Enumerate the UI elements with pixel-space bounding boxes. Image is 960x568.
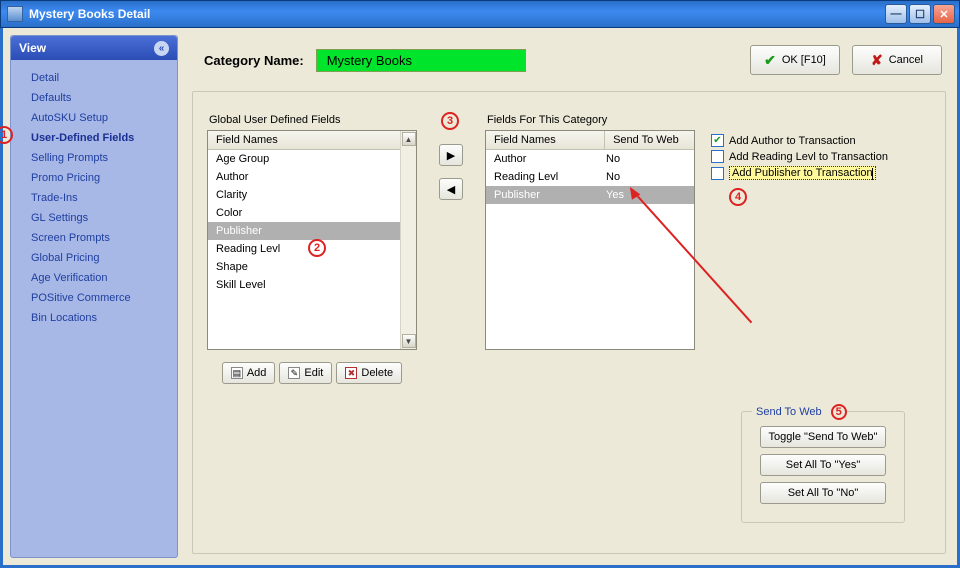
edit-button[interactable]: ✎Edit	[279, 362, 332, 384]
toggle-send-to-web-button[interactable]: Toggle "Send To Web"	[760, 426, 886, 448]
page-icon: ▤	[231, 367, 243, 379]
add-button[interactable]: ▤Add	[222, 362, 276, 384]
ok-button[interactable]: ✔ OK [F10]	[750, 45, 840, 75]
sidebar-title: View	[19, 41, 46, 55]
sidebar-item-positive-commerce[interactable]: POSitive Commerce	[29, 288, 171, 308]
list-item-selected[interactable]: Publisher	[208, 222, 416, 240]
col-field-names: Field Names	[486, 131, 605, 149]
sidebar-item-user-defined-fields[interactable]: User-Defined Fields	[29, 128, 171, 148]
col-field-names: Field Names	[208, 131, 416, 149]
x-icon: ✘	[871, 52, 883, 69]
sidebar: View « 1 Detail Defaults AutoSKU Setup U…	[10, 35, 178, 558]
send-to-web-title: Send To Web 5	[752, 404, 845, 420]
list-item[interactable]: Skill Level	[208, 276, 416, 294]
titlebar: Mystery Books Detail — ☐ ✕	[0, 0, 960, 28]
sidebar-header[interactable]: View «	[11, 36, 177, 60]
send-to-web-group: Send To Web 5 Toggle "Send To Web" Set A…	[741, 411, 905, 523]
sidebar-item-bin-locations[interactable]: Bin Locations	[29, 308, 171, 328]
transfer-buttons: 3 ▶ ◀	[433, 114, 469, 200]
scroll-up-icon[interactable]: ▲	[402, 132, 416, 146]
fields-group: Global User Defined Fields Field Names A…	[192, 91, 946, 554]
sidebar-item-autosku[interactable]: AutoSKU Setup	[29, 108, 171, 128]
annotation-5: 5	[831, 404, 847, 420]
annotation-4: 4	[729, 188, 747, 206]
add-publisher-checkbox[interactable]: Add Publisher to Transaction	[711, 166, 888, 180]
col-send-to-web: Send To Web	[605, 131, 694, 149]
category-fields-column: Fields For This Category Field Names Sen…	[485, 114, 695, 350]
app-icon	[7, 6, 23, 22]
list-item[interactable]: Color	[208, 204, 416, 222]
maximize-button[interactable]: ☐	[909, 4, 931, 24]
global-fields-header[interactable]: Field Names	[208, 131, 416, 150]
check-icon: ✔	[764, 52, 776, 69]
sidebar-item-global-pricing[interactable]: Global Pricing	[29, 248, 171, 268]
checkbox-icon: ✔	[711, 134, 724, 147]
window-title: Mystery Books Detail	[29, 7, 885, 21]
sidebar-item-gl-settings[interactable]: GL Settings	[29, 208, 171, 228]
set-all-no-button[interactable]: Set All To "No"	[760, 482, 886, 504]
scrollbar[interactable]: ▲ ▼	[400, 131, 416, 349]
minimize-button[interactable]: —	[885, 4, 907, 24]
checkbox-icon	[711, 150, 724, 163]
annotation-3: 3	[441, 112, 459, 130]
checkbox-icon	[711, 167, 724, 180]
global-fields-column: Global User Defined Fields Field Names A…	[207, 114, 417, 384]
category-name: Mystery Books	[316, 49, 526, 72]
add-reading-levl-checkbox[interactable]: Add Reading Levl to Transaction	[711, 150, 888, 163]
add-author-checkbox[interactable]: ✔ Add Author to Transaction	[711, 134, 888, 147]
global-fields-list[interactable]: Field Names Age Group Author Clarity Col…	[207, 130, 417, 350]
sidebar-item-trade-ins[interactable]: Trade-Ins	[29, 188, 171, 208]
sidebar-item-screen-prompts[interactable]: Screen Prompts	[29, 228, 171, 248]
sidebar-item-age-verification[interactable]: Age Verification	[29, 268, 171, 288]
delete-button[interactable]: ✖Delete	[336, 362, 402, 384]
list-item[interactable]: Shape	[208, 258, 416, 276]
category-fields-list[interactable]: Field Names Send To Web Author No Readin…	[485, 130, 695, 350]
sidebar-item-selling-prompts[interactable]: Selling Prompts	[29, 148, 171, 168]
sidebar-item-defaults[interactable]: Defaults	[29, 88, 171, 108]
set-all-yes-button[interactable]: Set All To "Yes"	[760, 454, 886, 476]
annotation-2: 2	[308, 239, 326, 257]
delete-icon: ✖	[345, 367, 357, 379]
sidebar-item-promo-pricing[interactable]: Promo Pricing	[29, 168, 171, 188]
list-item[interactable]: Clarity	[208, 186, 416, 204]
window-body: View « 1 Detail Defaults AutoSKU Setup U…	[0, 28, 960, 568]
category-label: Category Name:	[204, 53, 304, 68]
list-item[interactable]: Age Group	[208, 150, 416, 168]
header-row: Category Name: Mystery Books ✔ OK [F10] …	[188, 35, 950, 91]
sidebar-item-detail[interactable]: Detail	[29, 68, 171, 88]
cancel-button[interactable]: ✘ Cancel	[852, 45, 942, 75]
main-panel: Category Name: Mystery Books ✔ OK [F10] …	[188, 35, 950, 558]
list-item[interactable]: Author	[208, 168, 416, 186]
chevron-up-icon[interactable]: «	[154, 41, 169, 56]
global-fields-title: Global User Defined Fields	[209, 114, 417, 126]
transaction-options: ✔ Add Author to Transaction Add Reading …	[711, 114, 888, 180]
close-button[interactable]: ✕	[933, 4, 955, 24]
table-row[interactable]: Author No	[486, 150, 694, 168]
table-row-selected[interactable]: Publisher Yes	[486, 186, 694, 204]
move-left-button[interactable]: ◀	[439, 178, 463, 200]
global-fields-toolbar: ▤Add ✎Edit ✖Delete	[207, 362, 417, 384]
table-row[interactable]: Reading Levl No	[486, 168, 694, 186]
move-right-button[interactable]: ▶	[439, 144, 463, 166]
category-fields-header[interactable]: Field Names Send To Web	[486, 131, 694, 150]
scroll-down-icon[interactable]: ▼	[402, 334, 416, 348]
edit-icon: ✎	[288, 367, 300, 379]
sidebar-body: 1 Detail Defaults AutoSKU Setup User-Def…	[11, 60, 177, 336]
category-fields-title: Fields For This Category	[487, 114, 695, 126]
annotation-1: 1	[0, 126, 13, 144]
